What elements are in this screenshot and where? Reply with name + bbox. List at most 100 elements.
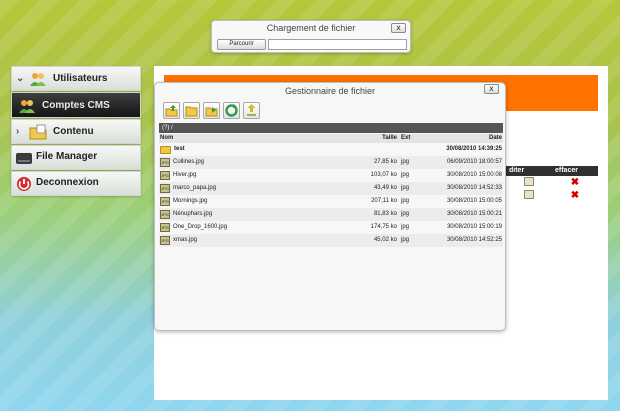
users-table: diter effacer ✖ ✖ (506, 166, 598, 202)
column-header-date[interactable]: Date (427, 134, 503, 143)
image-file-icon: JPG (160, 210, 170, 219)
sidebar-item-label: Comptes CMS (42, 100, 110, 111)
sidebar-item-label: Utilisateurs (53, 73, 108, 84)
file-manager-dialog: Gestionnaire de fichier x (?) / Nom Tail… (154, 82, 506, 331)
sidebar-item-utilisateurs[interactable]: ⌄ Utilisateurs (11, 66, 141, 91)
file-row[interactable]: JPG xmas.jpg 45,02 ko jpg 30/08/2010 14:52:2… (159, 234, 503, 247)
file-path-field[interactable] (268, 39, 407, 50)
drive-icon (16, 153, 32, 164)
table-row: ✖ (506, 189, 598, 202)
file-size: 81,83 ko (373, 211, 397, 217)
new-folder-icon (205, 107, 218, 117)
file-row[interactable]: JPG Collines.jpg 27,85 ko jpg 06/09/2010 18:… (159, 156, 503, 169)
refresh-icon (225, 104, 238, 117)
file-name: Hiver.jpg (173, 172, 197, 178)
open-folder-icon (185, 106, 198, 117)
file-date: 06/09/2010 18:00:57 (446, 159, 502, 165)
users-icon (19, 100, 35, 113)
folder-name: test (174, 146, 185, 152)
refresh-button[interactable] (223, 102, 240, 119)
file-ext: jpg (401, 185, 410, 191)
file-date: 30/08/2010 15:00:05 (446, 198, 502, 204)
file-date: 30/08/2010 15:00:21 (446, 211, 502, 217)
folder-icon (29, 124, 47, 140)
file-manager-close-button[interactable]: x (484, 84, 499, 94)
sidebar-item-comptes-cms[interactable]: Comptes CMS (11, 92, 141, 118)
file-size: 103,07 ko (370, 172, 397, 178)
open-folder-button[interactable] (183, 102, 200, 119)
file-table: Nom Taille Ext Date test 30/08/2010 14:3… (159, 134, 503, 247)
file-ext: jpg (401, 198, 410, 204)
sidebar-item-label: Contenu (53, 126, 94, 137)
new-folder-button[interactable] (203, 102, 220, 119)
file-ext: jpg (401, 237, 410, 243)
file-size: 45,02 ko (373, 237, 397, 243)
table-header: diter effacer (506, 166, 598, 176)
delete-icon[interactable]: ✖ (571, 177, 579, 188)
users-icon (30, 73, 46, 86)
column-header-editer: diter (509, 167, 525, 174)
file-ext: jpg (401, 224, 410, 230)
column-header-effacer: effacer (555, 167, 578, 174)
edit-icon[interactable] (524, 177, 534, 186)
power-icon (17, 177, 31, 191)
column-header-size[interactable]: Taille (347, 134, 401, 143)
upload-dialog-title: Chargement de fichier (266, 23, 356, 33)
image-file-icon: JPG (160, 184, 170, 193)
file-row[interactable]: JPG Nénuphars.jpg 81,83 ko jpg 30/08/2010 15… (159, 208, 503, 221)
table-row: ✖ (506, 176, 598, 189)
sidebar-item-file-manager[interactable]: File Manager (11, 145, 141, 170)
file-ext: jpg (401, 159, 410, 165)
breadcrumb: (?) / (159, 123, 503, 133)
image-file-icon: JPG (160, 158, 170, 167)
sidebar-item-label: Deconnexion (36, 177, 99, 188)
file-size: 27,85 ko (373, 159, 397, 165)
file-list: test 30/08/2010 14:39:25 JPG Collines.jpg… (159, 143, 503, 247)
upload-dialog: Chargement de fichier x Parcourir (211, 20, 411, 53)
chevron-right-icon: › (16, 126, 20, 137)
chevron-down-icon: ⌄ (16, 73, 25, 84)
up-folder-button[interactable] (163, 102, 180, 119)
browse-button[interactable]: Parcourir (217, 39, 266, 50)
file-name: Nénuphars.jpg (173, 211, 213, 217)
file-date: 30/08/2010 14:52:25 (446, 237, 502, 243)
file-manager-title: Gestionnaire de fichier (284, 86, 376, 96)
file-manager-toolbar (163, 102, 260, 120)
image-file-icon: JPG (160, 236, 170, 245)
sidebar-item-deconnexion[interactable]: Deconnexion (11, 171, 141, 196)
file-date: 30/08/2010 15:00:08 (446, 172, 502, 178)
upload-icon (247, 104, 256, 116)
file-size: 43,49 ko (373, 185, 397, 191)
file-name: Mornings.jpg (173, 198, 208, 204)
upload-button[interactable] (243, 102, 260, 119)
file-ext: jpg (401, 211, 410, 217)
file-row[interactable]: JPG One_Drop_1600.jpg 174,75 ko jpg 30/08/20… (159, 221, 503, 234)
upload-close-button[interactable]: x (391, 23, 406, 33)
folder-date: 30/08/2010 14:39:25 (446, 146, 502, 152)
file-name: marco_papa.jpg (173, 185, 217, 191)
file-size: 207,11 ko (371, 198, 397, 204)
file-name: Collines.jpg (173, 159, 205, 165)
file-name: xmas.jpg (173, 237, 198, 243)
file-row[interactable]: JPG Hiver.jpg 103,07 ko jpg 30/08/2010 15:00… (159, 169, 503, 182)
image-file-icon: JPG (160, 197, 170, 206)
file-size: 174,75 ko (370, 224, 397, 230)
edit-icon[interactable] (524, 190, 534, 199)
file-date: 30/08/2010 15:00:19 (446, 224, 502, 230)
image-file-icon: JPG (160, 223, 170, 232)
sidebar-item-label: File Manager (36, 151, 98, 162)
sidebar-item-contenu[interactable]: › Contenu (11, 119, 141, 144)
file-ext: jpg (401, 172, 410, 178)
column-header-ext[interactable]: Ext (401, 134, 427, 143)
sidebar: ⌄ Utilisateurs Comptes CMS › Contenu Fil… (11, 66, 141, 197)
folder-row[interactable]: test 30/08/2010 14:39:25 (159, 143, 503, 156)
image-file-icon: JPG (160, 171, 170, 180)
delete-icon[interactable]: ✖ (571, 190, 579, 201)
up-folder-icon (165, 105, 178, 117)
file-row[interactable]: JPG marco_papa.jpg 43,49 ko jpg 30/08/2010 1… (159, 182, 503, 195)
file-date: 30/08/2010 14:52:33 (446, 185, 502, 191)
file-row[interactable]: JPG Mornings.jpg 207,11 ko jpg 30/08/2010 15… (159, 195, 503, 208)
table-header: Nom Taille Ext Date (159, 134, 503, 143)
column-header-name[interactable]: Nom (159, 134, 347, 143)
file-name: One_Drop_1600.jpg (173, 224, 228, 230)
